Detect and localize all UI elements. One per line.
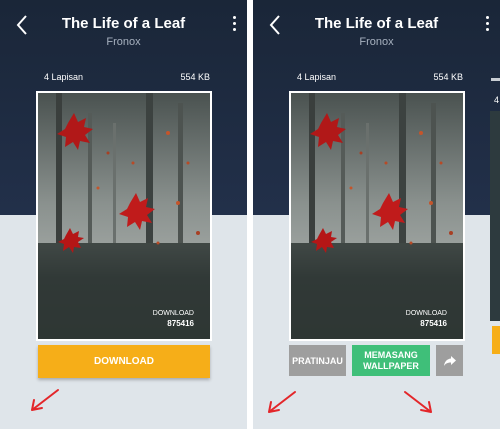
info-row: 4 Lapisan 554 KB xyxy=(293,72,463,84)
more-options-icon[interactable] xyxy=(484,16,490,34)
red-arrow-icon xyxy=(404,391,432,413)
install-wallpaper-button[interactable]: MEMASANG WALLPAPER xyxy=(352,345,430,376)
next-wallpaper-card[interactable] xyxy=(490,111,500,321)
file-size: 554 KB xyxy=(180,72,210,82)
left-screen: The Life of a Leaf Fronox 4 Lapisan 554 … xyxy=(0,0,247,429)
wallpaper-preview-card[interactable]: DOWNLOAD 875416 xyxy=(289,91,465,341)
forest-leaf-image xyxy=(291,93,463,339)
red-arrow-icon xyxy=(31,389,59,411)
share-button[interactable] xyxy=(436,345,463,376)
author-name: Fronox xyxy=(359,36,394,48)
next-card-layers: 4 xyxy=(494,95,500,105)
wallpaper-preview-card[interactable]: DOWNLOAD 875416 xyxy=(36,91,212,341)
preview-button[interactable]: PRATINJAU xyxy=(289,345,346,376)
download-label: DOWNLOAD xyxy=(152,310,194,317)
download-label: DOWNLOAD xyxy=(405,310,447,317)
share-icon xyxy=(443,355,456,366)
download-count: 875416 xyxy=(420,319,447,328)
download-count: 875416 xyxy=(167,319,194,328)
file-size: 554 KB xyxy=(433,72,463,82)
more-options-icon[interactable] xyxy=(231,16,237,34)
next-card-indicator xyxy=(491,78,500,81)
wallpaper-title: The Life of a Leaf xyxy=(61,15,186,32)
layer-count: 4 Lapisan xyxy=(297,72,337,82)
wallpaper-title: The Life of a Leaf xyxy=(314,15,439,32)
red-arrow-icon xyxy=(268,391,296,413)
next-card-button[interactable] xyxy=(492,326,500,354)
author-name: Fronox xyxy=(106,36,141,48)
forest-leaf-image xyxy=(38,93,210,339)
info-row: 4 Lapisan 554 KB xyxy=(40,72,210,84)
back-arrow-icon[interactable] xyxy=(265,12,287,38)
right-screen: The Life of a Leaf Fronox 4 Lapisan 554 … xyxy=(253,0,500,429)
layer-count: 4 Lapisan xyxy=(44,72,84,82)
download-button[interactable]: DOWNLOAD xyxy=(38,345,210,378)
back-arrow-icon[interactable] xyxy=(12,12,34,38)
